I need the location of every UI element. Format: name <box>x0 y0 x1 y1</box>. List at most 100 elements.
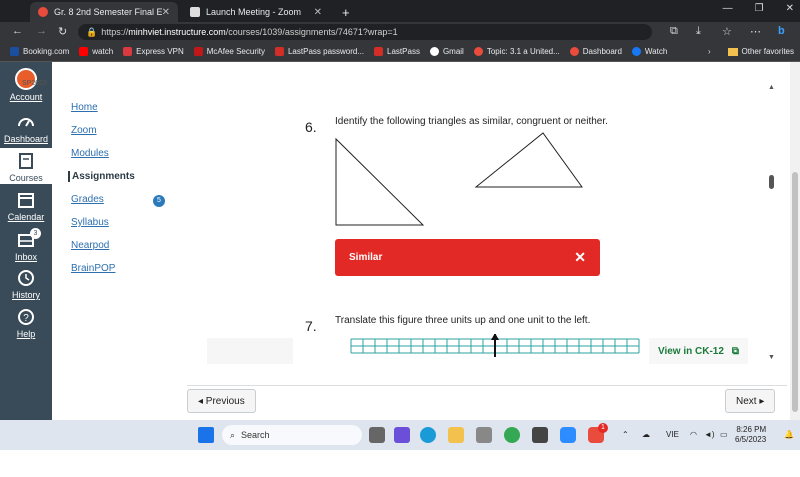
close-icon[interactable]: ✕ <box>574 249 586 266</box>
facebook-icon <box>631 47 641 56</box>
nav-label: Calendar <box>7 212 45 222</box>
forward-arrow-icon[interactable]: → <box>36 25 47 37</box>
new-tab-button[interactable]: + <box>334 2 358 22</box>
bookmark-topic[interactable]: Topic: 3.1 a United... <box>473 47 560 56</box>
translation-grid-figure <box>350 334 640 357</box>
page-scroll-thumb[interactable] <box>792 172 798 412</box>
notifications-icon[interactable]: 🔔 <box>784 430 794 439</box>
edge-icon[interactable] <box>420 427 436 443</box>
taskbar-search[interactable]: ⌕ Search <box>222 425 362 445</box>
course-link-assignments[interactable]: Assignments <box>68 171 135 182</box>
answer-label: Similar <box>349 252 383 263</box>
bookmark-label: LastPass password... <box>287 47 365 56</box>
wifi-icon[interactable]: ◠ <box>690 430 697 439</box>
window-controls: — ❐ ✕ <box>723 3 794 14</box>
windows-start-icon[interactable] <box>198 427 214 443</box>
close-window-icon[interactable]: ✕ <box>786 3 794 14</box>
bookmark-label: Dashboard <box>582 47 622 56</box>
download-icon[interactable]: ⤓ <box>696 25 701 38</box>
bookmark-label: Booking.com <box>23 47 70 56</box>
system-clock[interactable]: 8:26 PM 6/5/2023 <box>735 425 766 445</box>
close-tab-icon[interactable]: ✕ <box>314 7 322 18</box>
calculator-icon[interactable] <box>532 427 548 443</box>
youtube-icon <box>79 47 89 56</box>
bookmark-facebook-watch[interactable]: Watch <box>631 47 667 56</box>
clock-time: 8:26 PM <box>736 425 767 434</box>
scroll-thumb[interactable] <box>769 175 774 189</box>
bing-icon[interactable]: b <box>778 25 785 37</box>
nav-label: Inbox <box>14 252 38 262</box>
view-in-ck12-button[interactable]: View in CK-12 ⧉ <box>649 338 748 364</box>
file-explorer-icon[interactable] <box>448 427 464 443</box>
zoom-icon[interactable] <box>560 427 576 443</box>
video-app-icon[interactable] <box>394 427 410 443</box>
bookmark-dashboard[interactable]: Dashboard <box>569 47 622 56</box>
question-number: 6. <box>305 119 317 135</box>
settings-more-icon[interactable]: ⋯ <box>750 25 761 38</box>
messaging-app-icon[interactable]: 1 <box>588 423 608 443</box>
maximize-icon[interactable]: ❐ <box>755 3 764 14</box>
next-button[interactable]: Next ▸ <box>725 389 776 413</box>
scroll-up-icon[interactable]: ▲ <box>768 84 775 91</box>
nav-help[interactable]: ? Help <box>0 307 52 339</box>
bookmark-label: watch <box>92 47 114 56</box>
nav-history[interactable]: History <box>0 268 52 300</box>
refresh-icon[interactable]: ↻ <box>58 25 67 38</box>
favorites-icon[interactable]: ☆ <box>722 25 732 38</box>
store-icon[interactable] <box>476 427 492 443</box>
content-scrollbar[interactable]: ▲ ▼ <box>765 62 779 385</box>
bookmark-label: LastPass <box>387 47 420 56</box>
course-link-syllabus[interactable]: Syllabus <box>71 217 109 228</box>
course-link-brainpop[interactable]: BrainPOP <box>71 263 115 274</box>
course-link-home[interactable]: Home <box>71 102 98 113</box>
selected-answer[interactable]: Similar ✕ <box>335 239 600 276</box>
scroll-down-icon[interactable]: ▼ <box>768 354 775 361</box>
close-tab-icon[interactable]: ✕ <box>162 7 170 18</box>
nav-calendar[interactable]: Calendar <box>0 190 52 222</box>
volume-icon[interactable]: ◄) <box>704 430 715 439</box>
url-path: /courses/1039/assignments/74671?wrap=1 <box>225 27 398 37</box>
bookmark-gmail[interactable]: Gmail <box>429 47 464 56</box>
bookmark-lastpass[interactable]: LastPass <box>374 47 420 56</box>
nav-dashboard[interactable]: Dashboard <box>0 112 52 144</box>
history-icon <box>18 270 34 286</box>
chevron-up-icon[interactable]: ⌃ <box>622 430 629 439</box>
back-arrow-icon[interactable]: ← <box>12 25 23 37</box>
minimize-icon[interactable]: — <box>723 3 733 14</box>
previous-button[interactable]: ◂ Previous <box>187 389 256 413</box>
dashboard-icon <box>18 118 34 127</box>
nav-label: Account <box>9 92 43 102</box>
chevron-right-icon[interactable]: › <box>708 47 711 56</box>
url-host: minhviet.instructure.com <box>128 27 226 37</box>
course-link-grades[interactable]: Grades <box>71 194 104 205</box>
bookmark-express-vpn[interactable]: Express VPN <box>123 47 184 56</box>
course-link-nearpod[interactable]: Nearpod <box>71 240 109 251</box>
other-favorites-label: Other favorites <box>741 47 794 56</box>
url-field[interactable]: 🔒 https://minhviet.instructure.com/cours… <box>78 24 652 40</box>
collapse-nav-icon[interactable]: ⇤ <box>17 460 29 477</box>
cloud-icon[interactable]: ☁ <box>642 430 650 439</box>
extensions-icon[interactable]: ⧉ <box>670 25 678 38</box>
task-view-icon[interactable] <box>369 427 385 443</box>
tab-title: Launch Meeting - Zoom <box>206 7 302 17</box>
tab-zoom[interactable]: Launch Meeting - Zoom ✕ <box>182 2 330 22</box>
page-scrollbar[interactable] <box>790 62 800 420</box>
notification-badge: 1 <box>598 423 608 433</box>
bookmark-lastpass-manager[interactable]: LastPass password... <box>274 47 365 56</box>
nav-courses[interactable]: Courses <box>0 148 52 184</box>
global-navigation: Account Dashboard Courses Calendar 3 Inb… <box>0 62 52 476</box>
course-link-zoom[interactable]: Zoom <box>71 125 97 136</box>
grades-count-badge: 5 <box>153 195 165 207</box>
bookmark-booking[interactable]: Booking.com <box>10 47 69 56</box>
chrome-icon[interactable] <box>504 427 520 443</box>
other-favorites[interactable]: Other favorites <box>727 47 794 56</box>
battery-icon[interactable]: ▭ <box>720 430 728 439</box>
course-link-modules[interactable]: Modules <box>71 148 109 159</box>
url-prefix: https:// <box>101 27 129 37</box>
bookmark-label: McAfee Security <box>206 47 265 56</box>
bookmark-watch[interactable]: watch <box>79 47 113 56</box>
tab-exam[interactable]: Gr. 8 2nd Semester Final Exam - C ✕ <box>30 2 178 22</box>
language-indicator[interactable]: VIE <box>666 430 679 439</box>
bookmark-mcafee[interactable]: McAfee Security <box>193 47 265 56</box>
nav-inbox[interactable]: 3 Inbox <box>0 228 52 262</box>
